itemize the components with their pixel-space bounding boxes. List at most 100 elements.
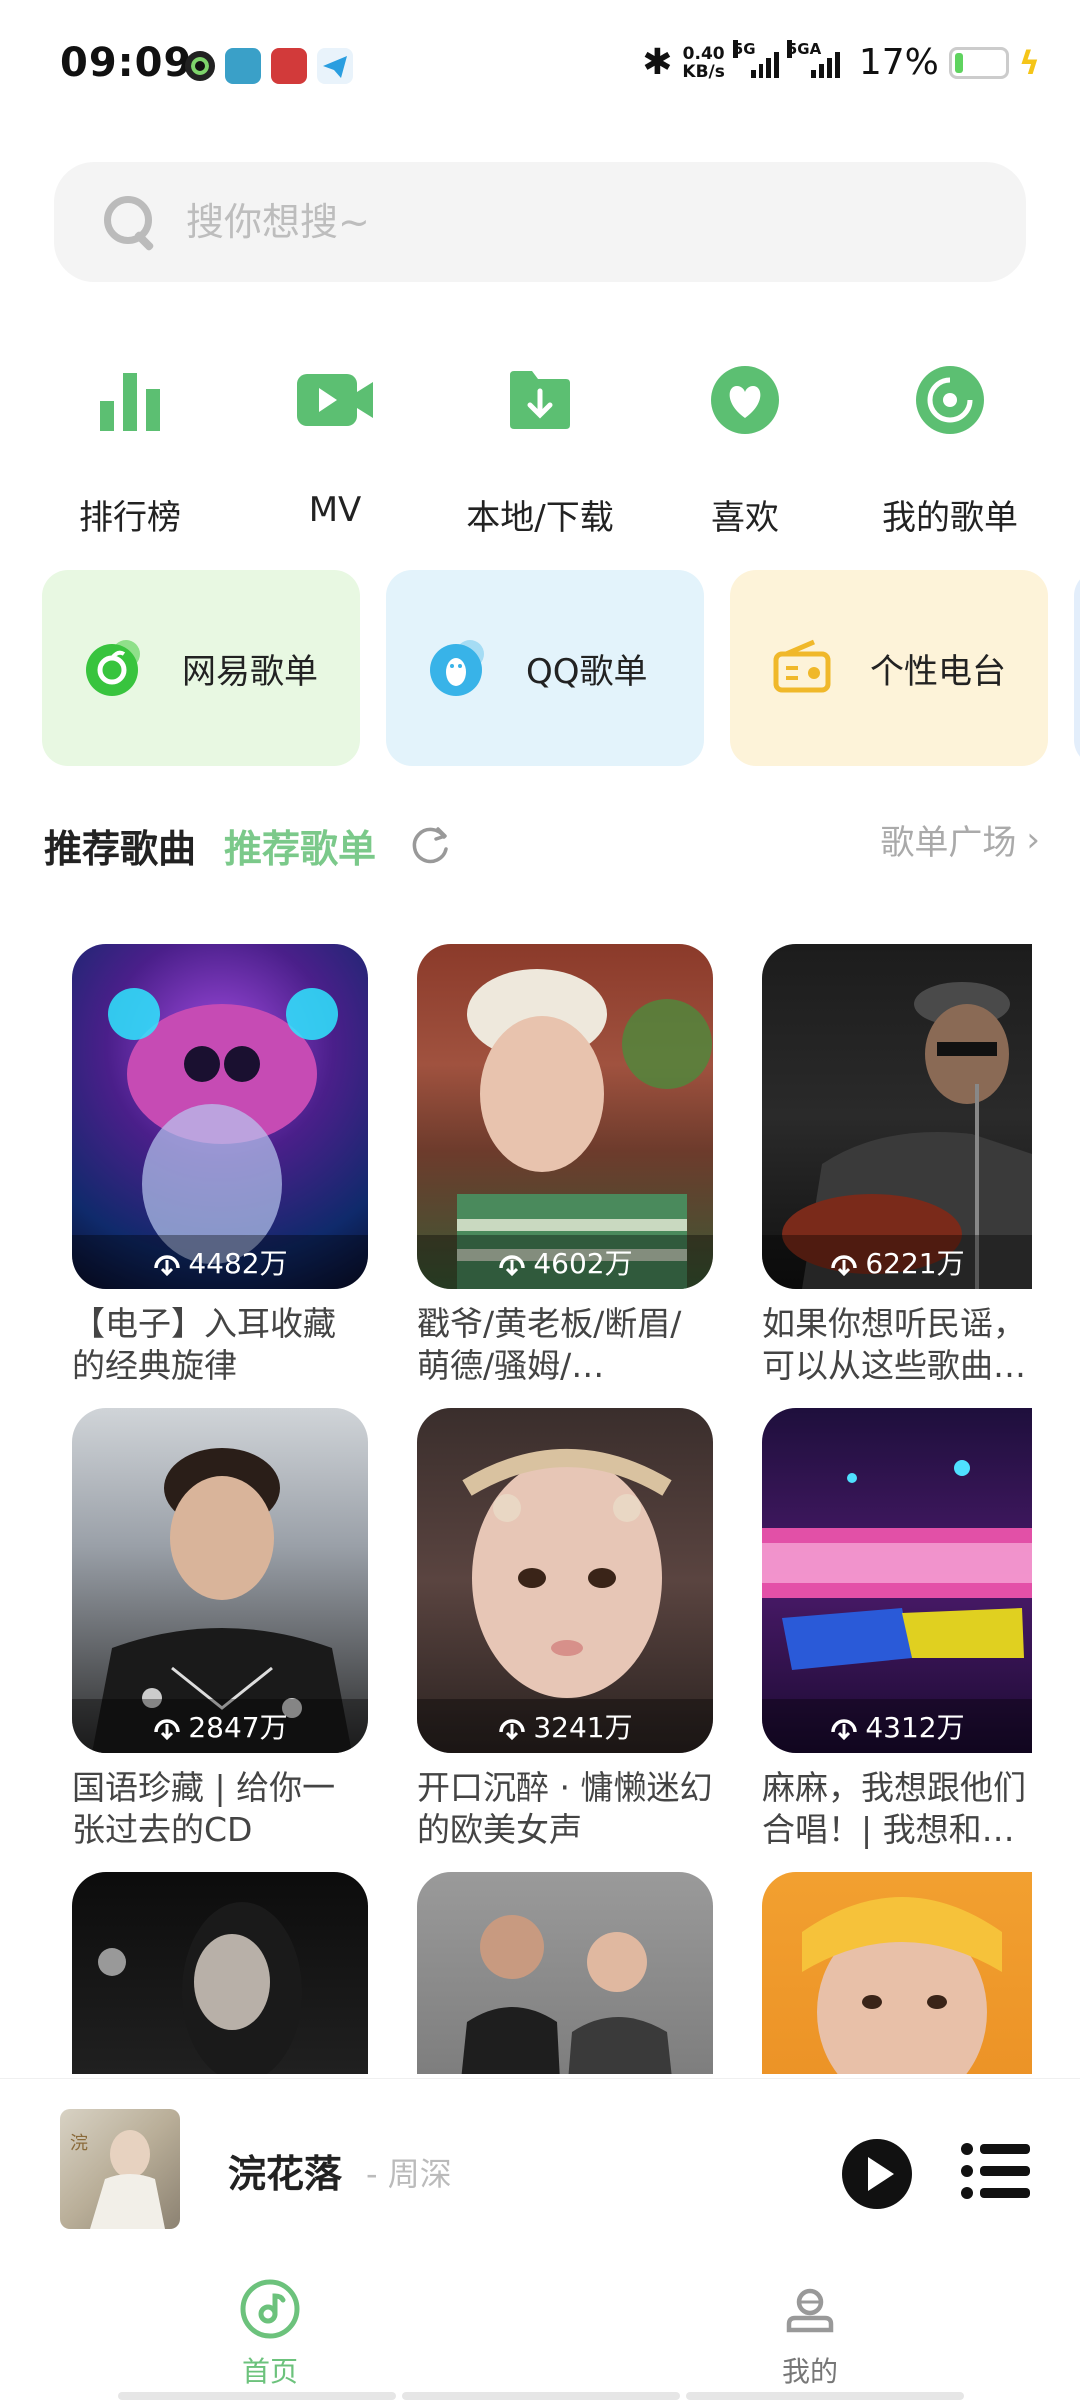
status-right: ✱ 0.40 KB/s 5G 5GA 17% ϟ (642, 39, 1040, 83)
nav-charts-label: 排行榜 (79, 498, 181, 538)
nav-local-download-label: 本地/下载 (466, 498, 614, 538)
nav-my-playlists-label: 我的歌单 (882, 498, 1018, 538)
red-app-icon (271, 48, 307, 84)
playlist-card[interactable]: 6221万 如果你想听民谣，可以从这些歌曲… (762, 944, 1032, 1387)
playlist-plaza-link[interactable]: 歌单广场 › (880, 815, 1040, 864)
playlist-cover (72, 1872, 368, 2074)
playlist-card[interactable]: 4482万 【电子】入耳收藏的经典旋律 (72, 944, 368, 1387)
playlist-cover: 2847万 (72, 1408, 368, 1753)
play-count-value: 3241万 (533, 1711, 633, 1744)
nav-favorites[interactable]: 喜欢 (645, 360, 845, 539)
playlist-card[interactable]: 2847万 国语珍藏 | 给你一张过去的CD (72, 1408, 368, 1851)
heart-icon (705, 360, 785, 440)
recommend-section-header: 推荐歌曲 推荐歌单 歌单广场 › (44, 815, 1040, 875)
signal-2-label: 5GA (786, 39, 822, 58)
radio-card[interactable]: 个性电台 (730, 570, 1048, 766)
status-bar: 09:09 ✱ 0.40 KB/s 5G 5GA 17% ϟ (0, 0, 1080, 130)
netease-icon (82, 636, 146, 700)
play-count: 4482万 (72, 1235, 368, 1289)
gesture-bar (118, 2392, 964, 2400)
nav-my-playlists[interactable]: 我的歌单 (850, 360, 1050, 539)
tab-me-label: 我的 (781, 2355, 838, 2388)
playlist-grid: 4482万 【电子】入耳收藏的经典旋律 4602万 戳爷/黄老板/断眉/萌德/骚… (72, 944, 1032, 2074)
playlist-card[interactable]: 3241万 开口沉醉 · 慵懒迷幻的欧美女声 (417, 1408, 713, 1851)
tab-home-label: 首页 (241, 2355, 298, 2388)
tab-recommended-songs[interactable]: 推荐歌曲 (44, 818, 196, 873)
headphones-icon (831, 1719, 858, 1740)
tab-home[interactable]: 首页 (170, 2278, 370, 2390)
tab-recommended-playlists[interactable]: 推荐歌单 (224, 818, 376, 873)
nav-local-download[interactable]: 本地/下载 (440, 360, 640, 539)
playlist-card[interactable] (417, 1872, 713, 2074)
play-count: 2847万 (72, 1699, 368, 1753)
bluetooth-icon: ✱ (642, 42, 673, 83)
headphones-icon (154, 1255, 181, 1276)
net-speed-unit: KB/s (682, 61, 725, 82)
playlist-plaza-label: 歌单广场 (880, 823, 1017, 863)
refresh-icon[interactable] (408, 823, 452, 867)
tab-me[interactable]: 我的 (710, 2278, 910, 2390)
chart-bars-icon (90, 360, 170, 440)
search-bar[interactable] (54, 162, 1026, 282)
playlist-title: 戳爷/黄老板/断眉/萌德/骚姆/… (417, 1304, 682, 1385)
mini-player[interactable]: 浣 浣花落 - 周深 (0, 2078, 1080, 2258)
radio-card-label: 个性电台 (870, 651, 1006, 692)
disc-icon (910, 360, 990, 440)
playlist-card[interactable]: 4602万 戳爷/黄老板/断眉/萌德/骚姆/… (417, 944, 713, 1387)
playlist-cover: 4602万 (417, 944, 713, 1289)
play-count: 4602万 (417, 1235, 713, 1289)
playlist-cover: 4312万 (762, 1408, 1032, 1753)
play-count-value: 4312万 (865, 1711, 965, 1744)
qq-card[interactable]: QQ歌单 (386, 570, 704, 766)
playlist-title: 【电子】入耳收藏的经典旋律 (72, 1304, 336, 1385)
nav-charts[interactable]: 排行榜 (30, 360, 230, 539)
search-input[interactable] (186, 200, 986, 244)
source-cards: 网易歌单 QQ歌单 个性电台 (42, 570, 1080, 770)
nav-mv[interactable]: MV (235, 360, 435, 539)
playlist-queue-icon[interactable] (960, 2141, 1032, 2201)
play-count-value: 4602万 (533, 1247, 633, 1280)
play-count-value: 2847万 (188, 1711, 288, 1744)
netease-card[interactable]: 网易歌单 (42, 570, 360, 766)
playlist-cover: 4482万 (72, 944, 368, 1289)
status-app-icons (185, 48, 353, 84)
chevron-right-icon: › (1026, 819, 1040, 860)
playlist-card[interactable] (72, 1872, 368, 2074)
search-icon (102, 194, 158, 250)
signal-5g-icon: 5G (732, 39, 779, 78)
playlist-title: 开口沉醉 · 慵懒迷幻的欧美女声 (417, 1768, 713, 1849)
battery-icon (948, 46, 1009, 79)
music-disc-icon (240, 2279, 300, 2339)
bottom-nav: 首页 我的 (0, 2258, 1080, 2400)
charging-icon: ϟ (1018, 43, 1040, 82)
headphones-icon (154, 1719, 181, 1740)
quick-nav: 排行榜 MV 本地/下载 喜欢 我的歌单 (30, 360, 1050, 539)
playlist-title: 如果你想听民谣，可以从这些歌曲… (762, 1304, 1026, 1385)
playlist-title: 麻麻，我想跟他们合唱！| 我想和… (762, 1768, 1026, 1849)
headphones-icon (499, 1719, 526, 1740)
app-notification-icon (185, 51, 215, 81)
playlist-card[interactable]: 4312万 麻麻，我想跟他们合唱！| 我想和… (762, 1408, 1032, 1851)
now-playing-artist: - 周深 (366, 2155, 452, 2193)
playlist-card[interactable] (762, 1872, 1032, 2074)
status-time: 09:09 (60, 40, 193, 86)
qq-penguin-icon (426, 636, 490, 700)
playlist-cover (762, 1872, 1032, 2074)
net-speed-value: 0.40 (682, 43, 725, 64)
now-playing-cover[interactable]: 浣 (60, 2109, 180, 2229)
headphones-icon (831, 1255, 858, 1276)
play-button[interactable] (842, 2139, 912, 2209)
playlist-cover: 6221万 (762, 944, 1032, 1289)
playlist-cover (417, 1872, 713, 2074)
net-speed: 0.40 KB/s (682, 45, 724, 81)
telegram-icon (317, 48, 353, 84)
playlist-title: 国语珍藏 | 给你一张过去的CD (72, 1768, 336, 1849)
play-count-value: 6221万 (865, 1247, 965, 1280)
radio-icon (770, 636, 834, 700)
battery-percent: 17% (858, 42, 939, 83)
headphones-icon (499, 1255, 526, 1276)
nav-mv-label: MV (308, 490, 362, 530)
user-icon (786, 2288, 834, 2333)
more-card[interactable] (1074, 570, 1080, 766)
magic-app-icon (225, 48, 261, 84)
